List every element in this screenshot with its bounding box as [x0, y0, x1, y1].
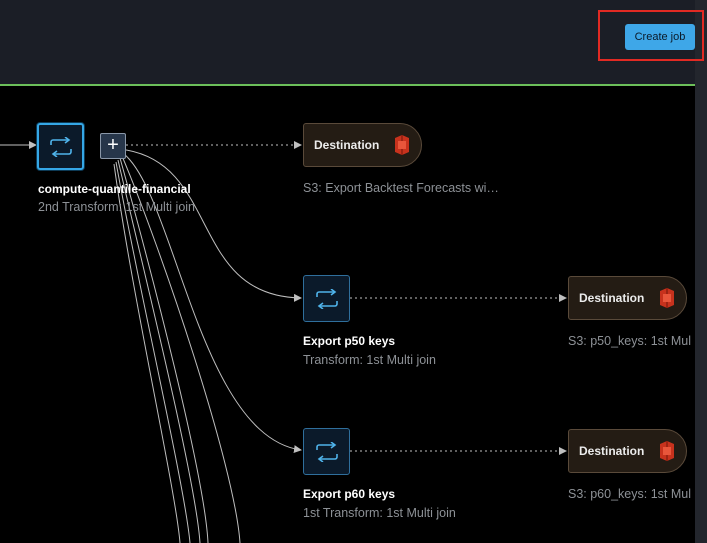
destination-1-subtitle: S3: Export Backtest Forecasts wi…	[303, 181, 499, 195]
job-canvas[interactable]: + compute-quantile-financial 2nd Transfo…	[0, 86, 695, 543]
edge-compute-export-p50	[125, 149, 302, 302]
edge-compute-down-5	[113, 163, 181, 543]
s3-bucket-icon	[393, 135, 411, 155]
highlight-box	[598, 10, 704, 61]
destination-label: Destination	[579, 291, 645, 305]
destination-3-subtitle: S3: p60_keys: 1st Mul	[568, 487, 691, 501]
destination-node-2[interactable]: Destination	[568, 276, 687, 320]
destination-label: Destination	[579, 444, 645, 458]
export-p50-subtitle: Transform: 1st Multi join	[303, 353, 436, 367]
top-bar	[0, 0, 695, 84]
compute-quantile-financial-node[interactable]	[37, 123, 84, 170]
export-p50-title: Export p50 keys	[303, 334, 396, 348]
export-p60-title: Export p60 keys	[303, 487, 396, 501]
compute-node-subtitle: 2nd Transform: 1st Multi join	[38, 200, 196, 214]
transform-icon	[315, 288, 338, 309]
edge-compute-export-p60	[123, 153, 302, 453]
plus-icon: +	[107, 134, 119, 156]
s3-bucket-icon	[658, 441, 676, 461]
s3-bucket-icon	[658, 288, 676, 308]
export-p60-keys-node[interactable]	[303, 428, 350, 475]
destination-node-1[interactable]: Destination	[303, 123, 422, 167]
edge-compute-down-4	[115, 161, 191, 543]
destination-label: Destination	[314, 138, 380, 152]
export-p60-subtitle: 1st Transform: 1st Multi join	[303, 506, 456, 520]
transform-icon	[315, 441, 338, 462]
edge-compute-down-2	[119, 157, 209, 543]
destination-node-3[interactable]: Destination	[568, 429, 687, 473]
right-scroll-strip	[695, 0, 707, 543]
transform-icon	[49, 136, 72, 157]
destination-2-subtitle: S3: p50_keys: 1st Mul	[568, 334, 691, 348]
export-p50-keys-node[interactable]	[303, 275, 350, 322]
add-node-button[interactable]: +	[100, 133, 126, 159]
compute-node-title: compute-quantile-financial	[38, 182, 191, 196]
